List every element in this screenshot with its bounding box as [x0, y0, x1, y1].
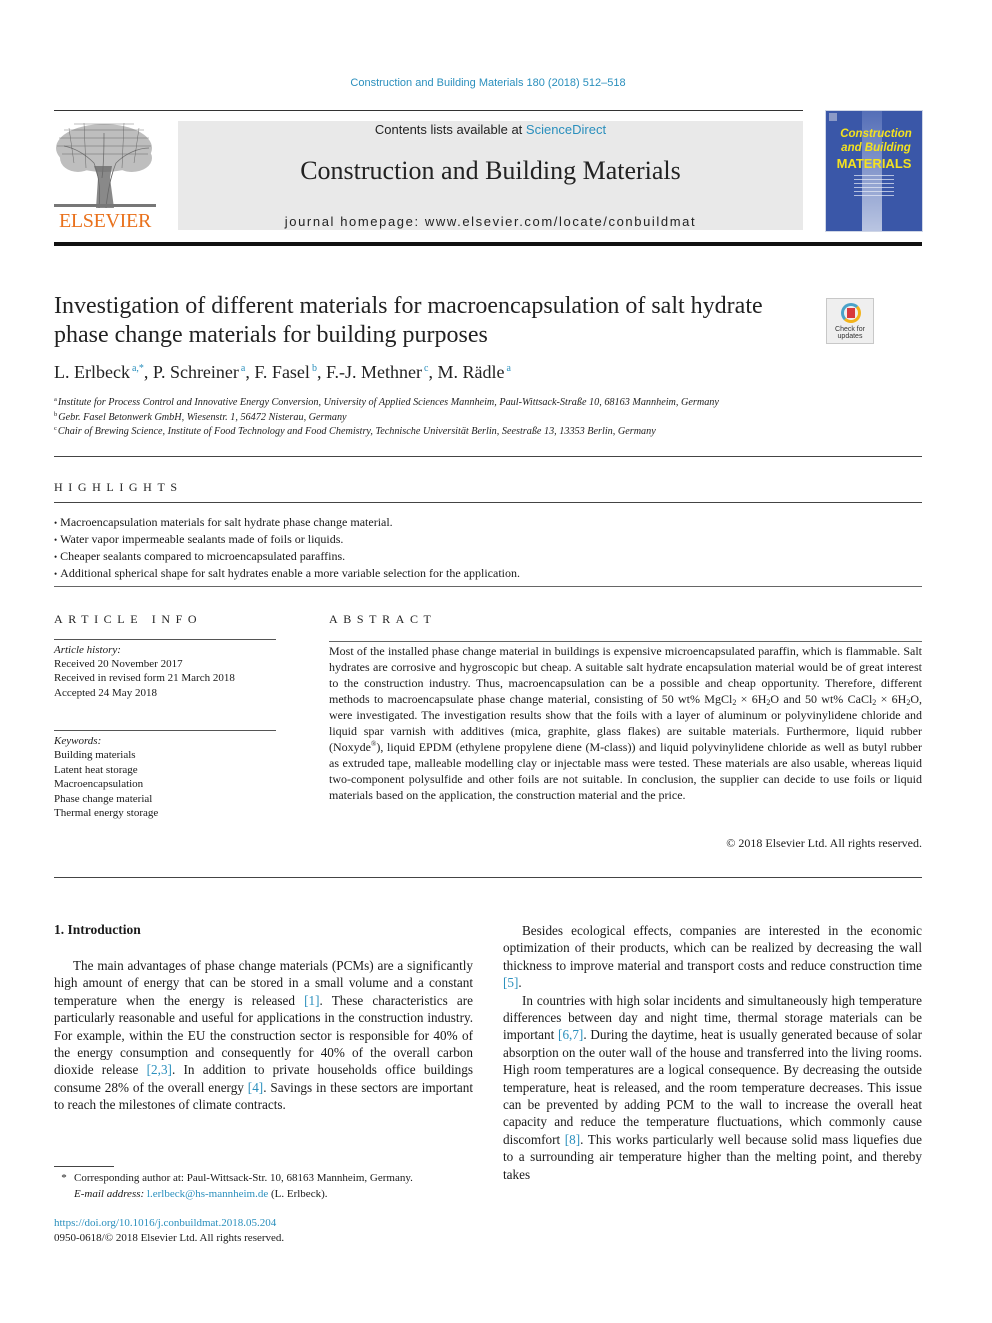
divider — [54, 456, 922, 457]
author[interactable]: M. Rädle a — [437, 362, 510, 382]
article-history: Article history: Received 20 November 20… — [54, 643, 284, 700]
abstract-heading: ABSTRACT — [329, 612, 437, 626]
check-for-updates-button[interactable]: Check for updates — [826, 298, 874, 344]
history-item: Received in revised form 21 March 2018 — [54, 672, 235, 685]
body-column-right: Besides ecological effects, companies ar… — [503, 922, 922, 1183]
citation-link[interactable]: [8] — [565, 1132, 580, 1147]
history-label: Article history: — [54, 644, 121, 656]
contents-prefix: Contents lists available at — [374, 122, 526, 137]
affiliation-c: cChair of Brewing Science, Institute of … — [54, 425, 656, 437]
highlight-item: Additional spherical shape for salt hydr… — [54, 565, 922, 582]
journal-homepage-link[interactable]: journal homepage: www.elsevier.com/locat… — [178, 214, 803, 229]
paragraph: In countries with high solar incidents a… — [503, 992, 922, 1182]
article-info-heading: ARTICLE INFO — [54, 612, 203, 626]
author-email-link[interactable]: l.erlbeck@hs-mannheim.de — [147, 1188, 268, 1200]
keyword: Thermal energy storage — [54, 807, 159, 820]
divider — [54, 639, 276, 640]
highlights-heading: HIGHLIGHTS — [54, 480, 183, 494]
citation-link[interactable]: [5] — [503, 975, 518, 990]
corresponding-author-footnote: * Corresponding author at: Paul-Wittsack-… — [54, 1170, 484, 1202]
footnote-star: * — [61, 1172, 67, 1184]
section-heading-introduction: 1. Introduction — [54, 922, 141, 937]
elsevier-wordmark[interactable]: ELSEVIER — [54, 210, 156, 233]
email-label: E-mail address: — [74, 1188, 145, 1200]
abstract-copyright: © 2018 Elsevier Ltd. All rights reserved… — [726, 836, 922, 850]
crossmark-label: Check for updates — [835, 326, 865, 340]
paragraph: Besides ecological effects, companies ar… — [503, 923, 922, 991]
author[interactable]: F. Fasel b — [254, 362, 317, 382]
cover-publisher-badge-icon — [829, 113, 837, 121]
cover-text-block — [854, 175, 894, 197]
footnote-rule — [54, 1166, 114, 1167]
highlight-item: Cheaper sealants compared to microencaps… — [54, 548, 922, 565]
body-column-left: The main advantages of phase change mate… — [54, 957, 473, 1114]
highlights-list: Macroencapsulation materials for salt hy… — [54, 514, 922, 582]
issn-copyright: 0950-0618/© 2018 Elsevier Ltd. All right… — [54, 1231, 285, 1244]
keywords-label: Keywords: — [54, 735, 102, 747]
affiliation-a: aInstitute for Process Control and Innov… — [54, 396, 719, 408]
highlight-item: Macroencapsulation materials for salt hy… — [54, 514, 922, 531]
crossmark-flag-icon — [847, 308, 855, 318]
article-title: Investigation of different materials for… — [54, 293, 763, 348]
divider — [54, 502, 922, 503]
divider — [329, 641, 922, 642]
doi-block: https://doi.org/10.1016/j.conbuildmat.20… — [54, 1216, 284, 1245]
doi-link[interactable]: https://doi.org/10.1016/j.conbuildmat.20… — [54, 1217, 276, 1229]
contents-line: Contents lists available at ScienceDirec… — [178, 122, 803, 137]
history-item: Received 20 November 2017 — [54, 658, 183, 671]
citation-link[interactable]: [1] — [304, 993, 319, 1008]
keyword: Building materials — [54, 749, 136, 762]
divider — [54, 877, 922, 878]
keyword: Macroencapsulation — [54, 778, 144, 791]
citation-link[interactable]: [6,7] — [558, 1027, 583, 1042]
divider — [54, 730, 276, 731]
citation-link[interactable]: [2,3] — [147, 1062, 172, 1077]
journal-cover-thumbnail[interactable]: Construction and Building MATERIALS — [826, 111, 922, 231]
author-affiliation-marker[interactable]: a,* — [132, 363, 144, 374]
author[interactable]: P. Schreiner a — [153, 362, 245, 382]
header-thick-rule — [54, 242, 922, 246]
divider — [54, 586, 922, 587]
citation-link[interactable]: [4] — [248, 1080, 263, 1095]
keyword: Phase change material — [54, 792, 153, 805]
top-rule — [54, 110, 803, 111]
author[interactable]: L. Erlbeck a,* — [54, 362, 144, 382]
keywords: Keywords: Building materials Latent heat… — [54, 734, 284, 820]
paragraph: The main advantages of phase change mate… — [54, 958, 473, 1113]
highlight-item: Water vapor impermeable sealants made of… — [54, 531, 922, 548]
keyword: Latent heat storage — [54, 763, 138, 776]
cover-title: Construction and Building — [840, 128, 912, 154]
journal-reference-link[interactable]: Construction and Building Materials 180 … — [0, 77, 976, 89]
journal-title: Construction and Building Materials — [300, 156, 681, 185]
affiliation-b: bGebr. Fasel Betonwerk GmbH, Wiesenstr. … — [54, 411, 347, 423]
history-item: Accepted 24 May 2018 — [54, 686, 157, 699]
sciencedirect-link[interactable]: ScienceDirect — [526, 122, 606, 137]
abstract-text: Most of the installed phase change mater… — [329, 644, 923, 802]
author[interactable]: F.-J. Methner c — [326, 362, 429, 382]
cover-materials-label: MATERIALS — [836, 156, 912, 171]
author-list: L. Erlbeck a,*, P. Schreiner a, F. Fasel b,… — [54, 362, 511, 382]
author-affiliation-marker[interactable]: a — [506, 363, 510, 374]
